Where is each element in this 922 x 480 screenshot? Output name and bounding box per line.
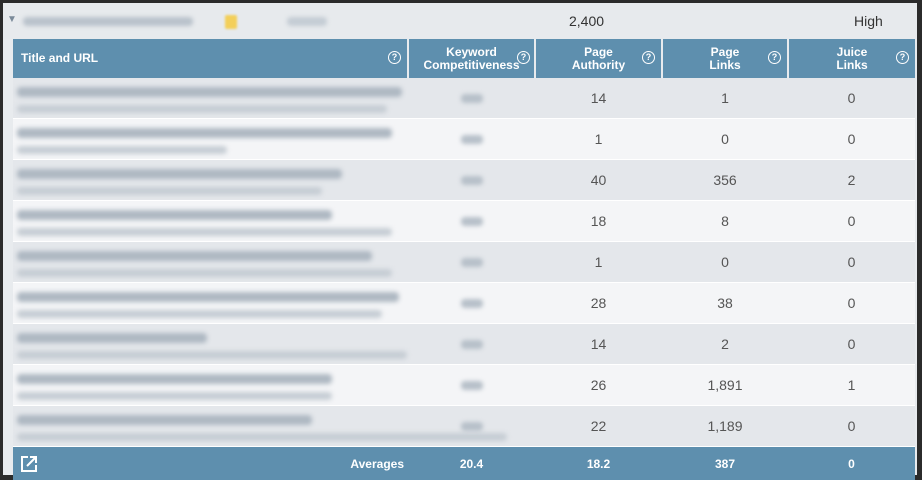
keyword-competitiveness-cell	[408, 201, 535, 242]
juice-links-cell: 0	[788, 283, 915, 324]
averages-row: Averages 20.4 18.2 387 0	[13, 447, 915, 480]
title-url-cell[interactable]	[13, 365, 408, 406]
juice-links-cell: 2	[788, 160, 915, 201]
table-row: 1 0 0	[13, 119, 915, 160]
avg-keyword-competitiveness: 20.4	[408, 447, 535, 480]
page-links-cell: 1,189	[662, 406, 788, 447]
page-links-cell: 356	[662, 160, 788, 201]
page-authority-cell: 40	[535, 160, 662, 201]
keyword-competitiveness-cell	[408, 78, 535, 119]
keyword-competitiveness-cell	[408, 283, 535, 324]
column-header-page-authority[interactable]: Page Authority ?	[535, 39, 662, 78]
column-header-label: Juice Links	[827, 46, 877, 72]
page-authority-cell: 28	[535, 283, 662, 324]
title-url-cell[interactable]	[13, 78, 408, 119]
table-row: 18 8 0	[13, 201, 915, 242]
page-authority-cell: 14	[535, 324, 662, 365]
column-header-label: Title and URL	[21, 51, 98, 65]
averages-label-cell: Averages	[13, 447, 408, 480]
page-authority-cell: 26	[535, 365, 662, 406]
help-icon[interactable]: ?	[388, 51, 401, 64]
search-volume: 2,400	[569, 13, 604, 29]
page-authority-cell: 14	[535, 78, 662, 119]
title-url-cell[interactable]	[13, 119, 408, 160]
juice-links-cell: 0	[788, 119, 915, 160]
help-icon[interactable]: ?	[896, 51, 909, 64]
table-row: 1 0 0	[13, 242, 915, 283]
title-url-cell[interactable]	[13, 324, 408, 365]
page-authority-cell: 1	[535, 119, 662, 160]
page-links-cell: 38	[662, 283, 788, 324]
export-icon[interactable]	[19, 454, 39, 474]
help-icon[interactable]: ?	[768, 51, 781, 64]
help-icon[interactable]: ?	[517, 51, 530, 64]
title-url-cell[interactable]	[13, 283, 408, 324]
avg-page-authority: 18.2	[535, 447, 662, 480]
column-header-keyword-competitiveness[interactable]: Keyword Competitiveness ?	[408, 39, 535, 78]
column-header-label: Keyword Competitiveness	[422, 46, 522, 72]
keyword-competitiveness-cell	[408, 242, 535, 283]
page-links-cell: 2	[662, 324, 788, 365]
column-header-label: Page Authority	[569, 46, 629, 72]
column-header-page-links[interactable]: Page Links ?	[662, 39, 788, 78]
juice-links-cell: 0	[788, 201, 915, 242]
juice-links-cell: 0	[788, 406, 915, 447]
keyword-competitiveness-cell	[408, 324, 535, 365]
column-header-title-url[interactable]: Title and URL ?	[13, 39, 408, 78]
title-url-cell[interactable]	[13, 406, 408, 447]
rank-value-redacted	[287, 17, 327, 26]
juice-links-cell: 1	[788, 365, 915, 406]
page-links-cell: 0	[662, 242, 788, 283]
keyword-marker-icon	[225, 15, 237, 29]
keyword-text-redacted	[23, 17, 193, 26]
title-url-cell[interactable]	[13, 242, 408, 283]
table-header-row: Title and URL ? Keyword Competitiveness …	[13, 39, 915, 78]
page-links-cell: 0	[662, 119, 788, 160]
column-header-label: Page Links	[700, 46, 750, 72]
page-links-cell: 1	[662, 78, 788, 119]
table-row: 22 1,189 0	[13, 406, 915, 447]
page-authority-cell: 1	[535, 242, 662, 283]
page-links-cell: 8	[662, 201, 788, 242]
page-links-cell: 1,891	[662, 365, 788, 406]
juice-links-cell: 0	[788, 324, 915, 365]
table-row: 28 38 0	[13, 283, 915, 324]
table-row: 14 1 0	[13, 78, 915, 119]
juice-links-cell: 0	[788, 242, 915, 283]
avg-page-links: 387	[662, 447, 788, 480]
page-authority-cell: 22	[535, 406, 662, 447]
table-row: 14 2 0	[13, 324, 915, 365]
serp-panel: ▼ 2,400 High Title and URL ? Keyword Com…	[3, 3, 917, 475]
page-authority-cell: 18	[535, 201, 662, 242]
keyword-competitiveness-cell	[408, 365, 535, 406]
column-header-juice-links[interactable]: Juice Links ?	[788, 39, 915, 78]
keyword-summary-row[interactable]: ▼ 2,400 High	[3, 3, 917, 39]
title-url-cell[interactable]	[13, 201, 408, 242]
caret-down-icon[interactable]: ▼	[7, 14, 17, 25]
averages-label: Averages	[350, 457, 404, 471]
title-url-cell[interactable]	[13, 160, 408, 201]
avg-juice-links: 0	[788, 447, 915, 480]
help-icon[interactable]: ?	[642, 51, 655, 64]
juice-links-cell: 0	[788, 78, 915, 119]
table-row: 26 1,891 1	[13, 365, 915, 406]
serp-analysis-table: Title and URL ? Keyword Competitiveness …	[13, 39, 915, 480]
keyword-competitiveness-cell	[408, 160, 535, 201]
competition-level: High	[854, 13, 883, 29]
keyword-competitiveness-cell	[408, 119, 535, 160]
table-row: 40 356 2	[13, 160, 915, 201]
